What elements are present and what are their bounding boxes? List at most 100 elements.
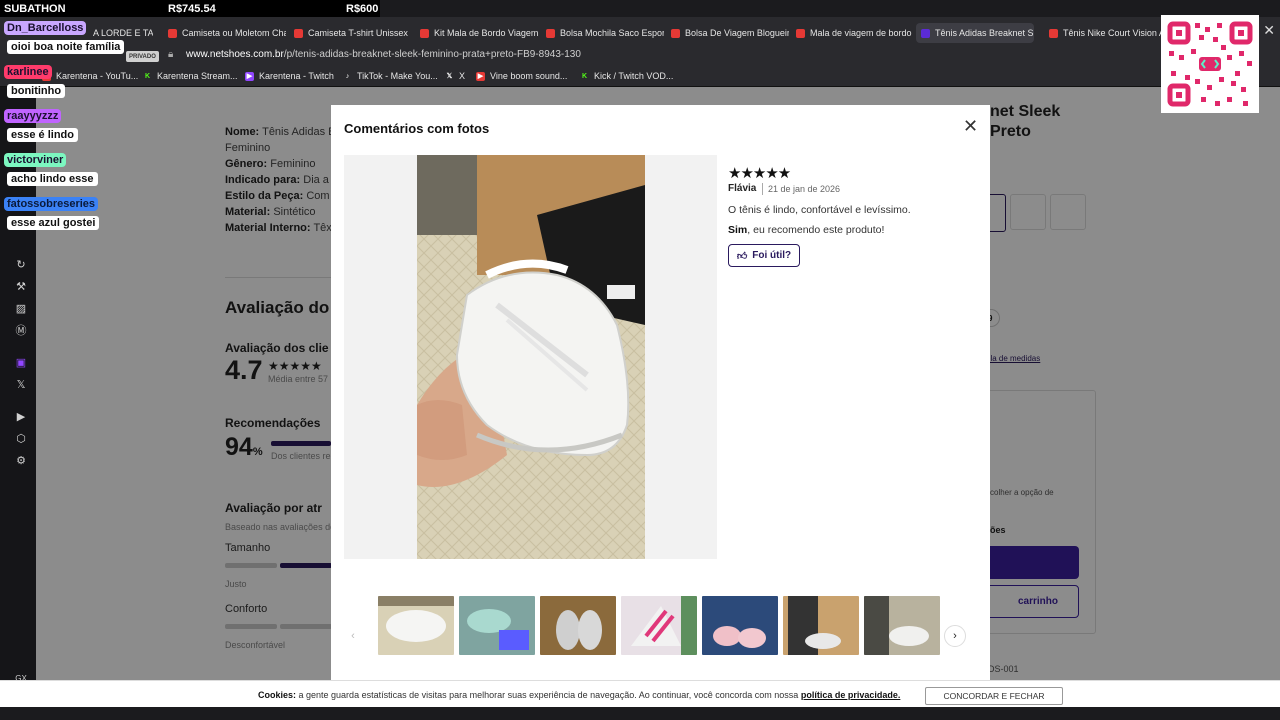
chat-username: Dn_Barcelloss <box>4 21 87 35</box>
settings-icon[interactable]: ⚙ <box>14 453 28 467</box>
privacy-policy-link[interactable]: política de privacidade. <box>801 690 901 700</box>
tab-favicon-icon <box>921 28 930 38</box>
lock-icon[interactable]: 🔒︎ <box>168 49 173 60</box>
cookie-text: Cookies: a gente guarda estatísticas de … <box>258 690 900 700</box>
browser-tab[interactable]: Mala de viagem de bordo <box>796 23 914 43</box>
chat-username: karlinee <box>4 65 52 79</box>
chat-username: victorviner <box>4 153 67 167</box>
x-icon: 𝕏 <box>446 73 453 80</box>
chat-username: raayyyzzz <box>4 109 62 123</box>
chevron-right-icon[interactable]: › <box>944 625 966 647</box>
twitch-icon: ▶ <box>245 71 254 81</box>
sneaker-photo-image <box>417 155 645 559</box>
tab-label: Bolsa De Viagem Blogueir <box>685 28 789 38</box>
tab-label: Camiseta T-shirt Unissex <box>308 28 408 38</box>
tab-favicon-icon <box>671 28 680 38</box>
modal-title: Comentários com fotos <box>344 121 490 136</box>
youtube-icon: ▶ <box>476 71 485 81</box>
bookmark-item[interactable]: 𝕏X <box>445 71 465 81</box>
kick-icon: K <box>581 72 588 80</box>
bookmark-label: Karentena Stream... <box>157 71 238 81</box>
chevron-left-icon[interactable]: ‹ <box>345 628 361 644</box>
browser-tab[interactable]: Camiseta ou Moletom Cha <box>168 23 286 43</box>
thumbnail-image <box>378 596 454 655</box>
url-field[interactable]: www.netshoes.com.br/p/tenis-adidas-break… <box>186 49 581 60</box>
extension-icon[interactable]: ⬡ <box>14 431 28 445</box>
qr-image <box>1161 15 1259 113</box>
subathon-goal: R$600 <box>346 2 379 15</box>
tab-favicon-icon <box>1049 28 1058 38</box>
browser-tab[interactable]: Bolsa De Viagem Blogueir <box>671 23 789 43</box>
bookmark-item[interactable]: ▶Karentena - YouTu... <box>42 71 138 81</box>
recommend-line: Sim, eu recomendo este produto! <box>728 224 884 236</box>
tools-icon[interactable]: ⚒ <box>14 279 28 293</box>
recommend-rest: , eu recomendo este produto! <box>747 224 885 236</box>
qr-code <box>1161 15 1259 113</box>
bookmark-label: X <box>459 71 466 81</box>
chat-message: esse azul gostei <box>7 216 100 230</box>
thumbs-up-icon: 👍︎ <box>736 250 748 262</box>
tab-label: Camiseta ou Moletom Cha <box>182 28 286 38</box>
review-photo[interactable] <box>417 155 645 559</box>
cookie-body: a gente guarda estatísticas de visitas p… <box>296 690 801 700</box>
photo-reviews-modal: Comentários com fotos ✕ ★★★★★ Flávia 21 … <box>331 105 990 680</box>
browser-tab[interactable]: Bolsa Mochila Saco Espor <box>546 23 664 43</box>
close-icon[interactable]: ✕ <box>1263 22 1275 39</box>
browser-tab[interactable]: Camiseta T-shirt Unissex <box>294 23 412 43</box>
browser-tab[interactable]: Kit Mala de Bordo Viagem <box>420 23 538 43</box>
thumbnail-image <box>621 596 697 655</box>
review-thumbnail[interactable] <box>783 596 859 655</box>
thumbnail-image <box>540 596 616 655</box>
tab-label: Bolsa Mochila Saco Espor <box>560 28 664 38</box>
twitch-icon[interactable]: ▣ <box>14 355 28 369</box>
play-icon[interactable]: ▶ <box>14 409 28 423</box>
subathon-label: SUBATHON <box>4 2 66 15</box>
thumbnail-image <box>459 596 535 655</box>
tab-favicon-icon <box>294 28 303 38</box>
bookmark-label: Kick / Twitch VOD... <box>594 71 674 81</box>
chat-message: bonitinho <box>7 84 66 98</box>
tiktok-icon: ♪ <box>345 72 350 80</box>
tab-favicon-icon <box>420 28 429 38</box>
review-thumbnail[interactable] <box>702 596 778 655</box>
bookmark-item[interactable]: K Karentena Stream... <box>143 71 238 81</box>
subathon-current: R$745.54 <box>168 2 216 15</box>
tab-label: Mala de viagem de bordo <box>810 28 912 38</box>
thumbnail-image <box>702 596 778 655</box>
bottom-strip <box>0 707 1280 720</box>
chat-message: oioi boa noite família <box>7 40 125 54</box>
browser-tab[interactable]: Tênis Nike Court Vision Al <box>1049 23 1167 43</box>
bookmark-item[interactable]: ♪ TikTok - Make You... <box>343 71 438 81</box>
browser-tab[interactable]: Tênis Adidas Breaknet Sle <box>916 23 1034 43</box>
tab-label: A LORDE E TAYL <box>93 28 153 38</box>
tab-favicon-icon <box>796 28 805 38</box>
accept-cookies-button[interactable]: CONCORDAR E FECHAR <box>925 687 1063 705</box>
bookmark-label: Vine boom sound... <box>490 71 568 81</box>
chat-message: esse é lindo <box>7 128 78 142</box>
private-badge: PRIVADO <box>126 51 159 62</box>
bookmark-item[interactable]: K Kick / Twitch VOD... <box>580 71 673 81</box>
refresh-icon[interactable]: ↻ <box>14 257 28 271</box>
subathon-bar: SUBATHON R$745.54 R$600 <box>0 0 380 17</box>
url-path: /p/tenis-adidas-breaknet-sleek-feminino-… <box>283 49 581 60</box>
helpful-label: Foi útil? <box>752 250 792 261</box>
close-icon[interactable]: ✕ <box>963 117 978 135</box>
bookmark-label: Karentena - YouTu... <box>56 71 139 81</box>
review-thumbnail[interactable] <box>378 596 454 655</box>
tab-label: Tênis Adidas Breaknet Sle <box>935 28 1034 38</box>
review-thumbnail[interactable] <box>540 596 616 655</box>
tab-label: Kit Mala de Bordo Viagem <box>434 28 538 38</box>
review-thumbnail[interactable] <box>459 596 535 655</box>
m-icon[interactable]: Ⓜ <box>14 323 28 337</box>
separator <box>762 183 763 195</box>
bookmark-item[interactable]: ▶ Vine boom sound... <box>476 71 567 81</box>
tab-favicon-icon <box>546 28 555 38</box>
helpful-button[interactable]: 👍︎ Foi útil? <box>728 244 800 267</box>
tab-label: Tênis Nike Court Vision Al <box>1063 28 1167 38</box>
review-text: O tênis é lindo, confortável e levíssimo… <box>728 204 911 216</box>
x-icon[interactable]: 𝕏 <box>14 377 28 391</box>
review-thumbnail[interactable] <box>621 596 697 655</box>
layers-icon[interactable]: ▨ <box>14 301 28 315</box>
review-thumbnail[interactable] <box>864 596 940 655</box>
bookmark-item[interactable]: ▶ Karentena - Twitch <box>245 71 334 81</box>
